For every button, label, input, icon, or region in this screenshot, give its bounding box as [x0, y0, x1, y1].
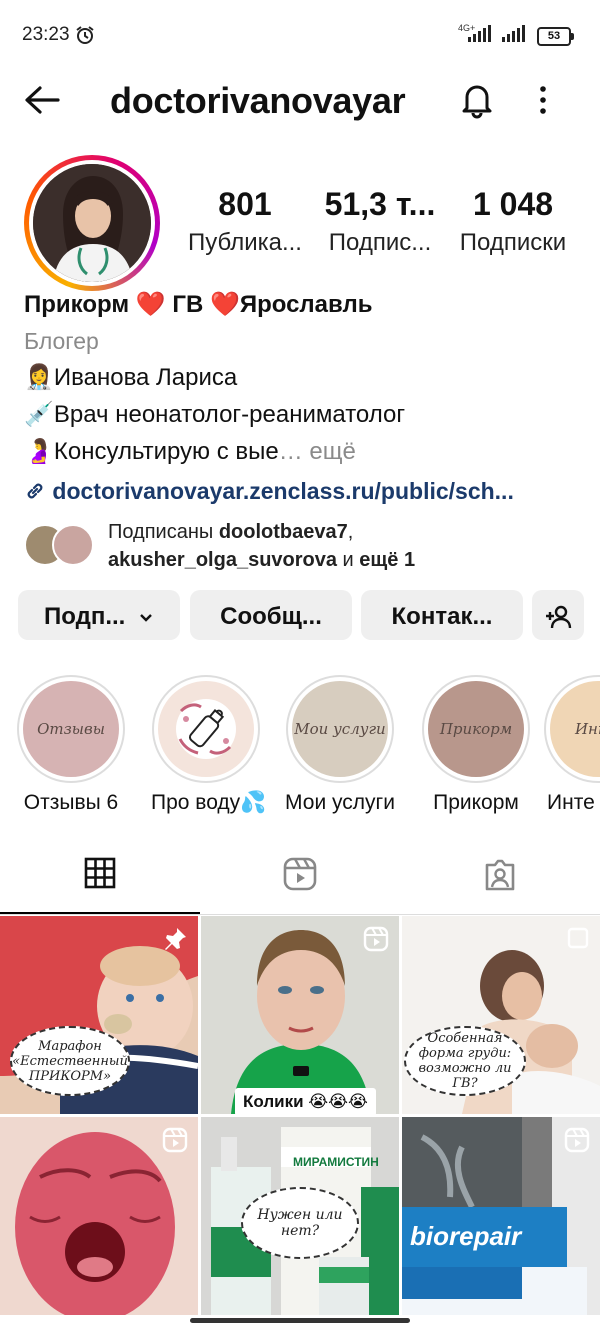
profile-handle: doctorivanovayar [110, 80, 406, 121]
highlight-label: Отзывы 6 [23, 791, 119, 814]
post-thumbnail[interactable]: biorepair [402, 1117, 600, 1315]
reel-icon [564, 1127, 590, 1158]
post-thumbnail[interactable]: Особенная форма груди: возможно ли ГВ? [402, 916, 600, 1114]
highlight-cover [158, 681, 254, 777]
profile-name: Прикорм ❤️ ГВ ❤️Ярославль [24, 291, 373, 318]
chevron-down-icon [132, 603, 154, 630]
highlight-water[interactable]: Про воду💦 [151, 675, 267, 815]
post-thumbnail[interactable]: Марафон «Естественный ПРИКОРМ» [0, 916, 198, 1114]
bio-link-text: doctorivanovayar.zenclass.ru/public/sch.… [52, 478, 514, 504]
stat-followers[interactable]: 51,3 т... Подпис... [315, 186, 445, 257]
profile-header: doctorivanovayar [0, 70, 600, 130]
follow-button-label: Подп... [44, 603, 126, 630]
bio-line-3-text: 🤰Консультирую с вые [24, 438, 279, 465]
highlight-interesting[interactable]: Инте Инте [544, 675, 600, 815]
following-label: Подписки [459, 229, 567, 256]
followed-by-user-2[interactable]: akusher_olga_suvorova [108, 549, 337, 571]
reel-icon [363, 926, 389, 957]
highlight-reviews[interactable]: Отзывы Отзывы 6 [16, 675, 126, 815]
bio-more-link[interactable]: … ещё [279, 438, 356, 465]
followed-by-text: Подписаны doolotbaeva7, akusher_olga_suv… [108, 521, 416, 571]
post-overlay-text: Нужен или нет? [241, 1187, 359, 1259]
baby-bottle-icon [176, 699, 236, 759]
tab-reels[interactable] [200, 838, 400, 914]
bio-line-1: 👩‍⚕️Иванова Лариса [24, 364, 238, 391]
profile-tabs [0, 838, 600, 915]
posts-label: Публика... [188, 229, 302, 256]
post-thumbnail[interactable] [0, 1117, 198, 1315]
avatar[interactable] [33, 164, 151, 282]
link-icon [24, 478, 46, 504]
pin-icon [162, 926, 188, 957]
tagged-icon [483, 857, 517, 896]
highlight-cover: Прикорм [428, 681, 524, 777]
bio-link[interactable]: doctorivanovayar.zenclass.ru/public/sch.… [24, 471, 584, 511]
following-count: 1 048 [472, 186, 554, 222]
tab-tagged[interactable] [400, 838, 600, 914]
followed-by-more[interactable]: ещё 1 [359, 549, 415, 571]
follow-button[interactable]: Подп... [18, 590, 180, 640]
highlight-complementary-feeding[interactable]: Прикорм Прикорм [421, 675, 531, 815]
highlight-cover: Отзывы [23, 681, 119, 777]
product-label: МИРАМИСТИН [293, 1155, 379, 1169]
profile-category: Блогер [24, 328, 99, 354]
highlight-cover: Инте [550, 681, 600, 777]
reel-icon [162, 1127, 188, 1158]
highlight-services[interactable]: Мои услуги Мои услуги [285, 675, 395, 815]
highlight-label: Инте [547, 791, 595, 814]
profile-bio: Прикорм ❤️ ГВ ❤️Ярославль Блогер 👩‍⚕️Ива… [24, 290, 584, 511]
signal-icon-2 [500, 25, 530, 48]
highlight-cover: Мои услуги [292, 681, 388, 777]
post-overlay-text: Колики 😭😭😭 [235, 1088, 376, 1114]
story-ring[interactable] [24, 155, 160, 291]
battery-icon: 53 [537, 27, 574, 46]
add-user-button[interactable] [532, 590, 584, 640]
arrow-left-icon[interactable] [22, 84, 62, 121]
stat-posts[interactable]: 801 Публика... [180, 186, 310, 257]
home-indicator[interactable] [190, 1318, 410, 1323]
highlight-label: Прикорм [433, 791, 519, 814]
post-thumbnail[interactable]: Колики 😭😭😭 [201, 916, 399, 1114]
post-overlay-text: Особенная форма груди: возможно ли ГВ? [404, 1026, 526, 1096]
grid-icon [84, 857, 116, 894]
followers-count: 51,3 т... [324, 186, 436, 222]
followed-by[interactable]: Подписаны doolotbaeva7, akusher_olga_suv… [24, 518, 584, 574]
alarm-icon [75, 25, 95, 50]
highlight-label: Мои услуги [285, 791, 395, 814]
post-thumbnail[interactable]: МИРАМИСТИН Нужен или нет? [201, 1117, 399, 1315]
message-button[interactable]: Сообщ... [190, 590, 352, 640]
bio-line-2: 💉Врач неонатолог-реаниматолог [24, 401, 406, 428]
followers-label: Подпис... [328, 229, 432, 256]
posts-count: 801 [218, 186, 272, 222]
signal-icon [462, 25, 496, 48]
highlight-label: Про воду💦 [151, 791, 267, 814]
bell-icon[interactable] [458, 80, 496, 125]
carousel-icon [566, 926, 590, 955]
bio-line-3: 🤰Консультирую с вые… ещё [24, 434, 584, 471]
product-label: biorepair [410, 1221, 522, 1251]
follower-avatar-2 [52, 524, 94, 566]
tab-posts[interactable] [0, 838, 200, 914]
status-bar: 23:23 4G+ 53 [0, 0, 600, 70]
post-overlay-text: Марафон «Естественный ПРИКОРМ» [10, 1026, 130, 1096]
followed-by-user-1[interactable]: doolotbaeva7 [219, 521, 348, 543]
reels-icon [283, 857, 317, 896]
stat-following[interactable]: 1 048 Подписки [448, 186, 578, 257]
person-add-icon [544, 603, 572, 630]
status-time: 23:23 [22, 24, 70, 45]
followed-by-prefix: Подписаны [108, 521, 219, 543]
contact-button[interactable]: Контак... [361, 590, 523, 640]
followed-by-and: и [337, 549, 360, 571]
more-vertical-icon[interactable] [538, 84, 548, 121]
